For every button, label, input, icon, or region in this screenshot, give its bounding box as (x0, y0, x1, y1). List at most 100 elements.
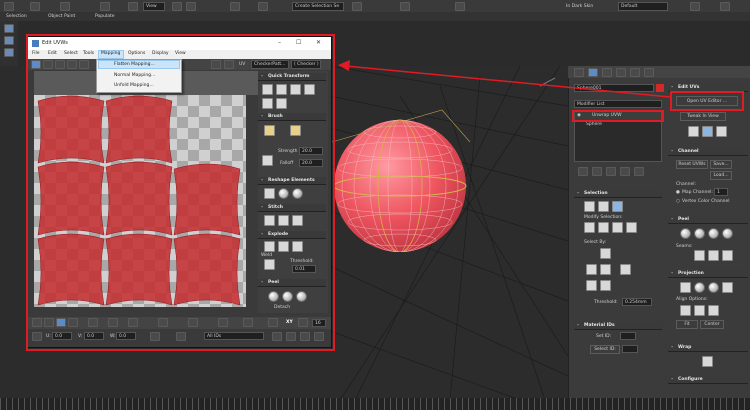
selection-header[interactable]: Selection (574, 190, 662, 198)
tab-selection[interactable]: Selection (6, 14, 27, 19)
left-strip-btn-3[interactable] (4, 48, 14, 57)
toolbar-btn-2[interactable] (30, 2, 40, 11)
peel-cmd-icon-4[interactable] (722, 228, 733, 239)
left-strip-btn-2[interactable] (4, 36, 14, 45)
toolbar-btn-7[interactable] (186, 2, 196, 11)
edge-select-icon[interactable] (598, 201, 609, 212)
load-button[interactable]: Load... (710, 171, 732, 180)
align-z-icon[interactable] (708, 305, 719, 316)
configure-header[interactable]: Configure (668, 376, 748, 384)
select-by-icon-2[interactable] (586, 264, 597, 275)
map-channel-label: Map Channel: (682, 190, 713, 195)
peel-cmd-icon-1[interactable] (680, 228, 691, 239)
channel-header[interactable]: Channel (668, 148, 748, 156)
modifier-list-dropdown[interactable]: Modifier List (574, 100, 662, 108)
edit-uvs-icon-2[interactable] (702, 126, 713, 137)
map-channel-field[interactable]: 1 (714, 188, 728, 196)
vertex-color-radio[interactable]: ○ (676, 199, 680, 204)
seams-icon-1[interactable] (694, 250, 705, 261)
select-by-icon-6[interactable] (600, 280, 611, 291)
workspace-label[interactable]: In Dark Skin (566, 4, 593, 9)
create-selection-set[interactable]: Create Selection Se (292, 2, 344, 11)
material-ids-header[interactable]: Material IDs (574, 322, 662, 330)
toolbar-btn-10[interactable] (352, 2, 362, 11)
tweak-in-view-button[interactable]: Tweak In View (680, 112, 726, 121)
toolbar-btn-4[interactable] (100, 2, 110, 11)
selection-threshold-field[interactable]: 0.254mm (622, 298, 652, 306)
select-id-button[interactable]: Select ID: (590, 345, 620, 354)
grow-icon[interactable] (584, 222, 595, 233)
display-tab-icon[interactable] (630, 68, 640, 77)
edit-uvs-icon-3[interactable] (716, 126, 727, 137)
hierarchy-tab-icon[interactable] (602, 68, 612, 77)
toolbar-btn-13[interactable] (690, 2, 700, 11)
modify-tab-icon[interactable] (588, 68, 598, 77)
tab-populate[interactable]: Populate (95, 14, 115, 19)
object-color-swatch[interactable] (656, 84, 664, 92)
align-options-label: Align Options: (676, 297, 708, 302)
show-end-result-icon[interactable] (592, 167, 602, 176)
motion-tab-icon[interactable] (616, 68, 626, 77)
vertex-select-icon[interactable] (584, 201, 595, 212)
set-id-field[interactable] (620, 332, 636, 340)
save-button[interactable]: Save... (710, 160, 732, 169)
modifier-sphere-label[interactable]: Sphere (586, 122, 602, 127)
toolbar-btn-5[interactable] (128, 2, 138, 11)
peel-header[interactable]: Peel (668, 216, 748, 224)
toolbar-btn-12[interactable] (455, 2, 465, 11)
reset-uvws-button[interactable]: Reset UVWs (676, 160, 708, 169)
workspace-dropdown[interactable]: Default (618, 2, 668, 11)
spherical-map-icon[interactable] (708, 282, 719, 293)
remove-modifier-icon[interactable] (620, 167, 630, 176)
channel-label: Channel: (676, 182, 696, 187)
align-y-icon[interactable] (694, 305, 705, 316)
loop-icon[interactable] (612, 222, 623, 233)
wrap-icon[interactable] (702, 356, 713, 367)
sphere-object[interactable] (322, 102, 472, 252)
toolbar-btn-14[interactable] (720, 2, 730, 11)
make-unique-icon[interactable] (606, 167, 616, 176)
object-name-field[interactable]: Sphere001 (574, 84, 654, 92)
toolbar-btn-6[interactable] (172, 2, 182, 11)
seams-icon-3[interactable] (722, 250, 733, 261)
wrap-header[interactable]: Wrap (668, 344, 748, 352)
projection-header[interactable]: Projection (668, 270, 748, 278)
selection-threshold-label: Threshold: (594, 300, 618, 305)
tab-object-paint[interactable]: Object Paint (48, 14, 75, 19)
center-button[interactable]: Center (700, 320, 724, 329)
seams-label: Seams: (676, 244, 693, 249)
select-by-label: Select By: (584, 240, 607, 245)
create-tab-icon[interactable] (574, 68, 584, 77)
shrink-icon[interactable] (598, 222, 609, 233)
timeline[interactable] (0, 398, 750, 410)
utilities-tab-icon[interactable] (644, 68, 654, 77)
select-by-icon-1[interactable] (600, 248, 611, 259)
align-x-icon[interactable] (680, 305, 691, 316)
poly-select-icon[interactable] (612, 201, 623, 212)
select-by-icon-4[interactable] (620, 264, 631, 275)
toolbar-btn-8[interactable] (230, 2, 240, 11)
toolbar-btn-3[interactable] (60, 2, 70, 11)
ring-icon[interactable] (626, 222, 637, 233)
map-channel-radio[interactable]: ● (676, 190, 680, 195)
peel-cmd-icon-2[interactable] (694, 228, 705, 239)
set-id-label: Set ID: (596, 334, 612, 339)
configure-sets-icon[interactable] (634, 167, 644, 176)
toolbar-btn-1[interactable] (4, 2, 14, 11)
view-dropdown[interactable]: View (143, 2, 165, 11)
toolbar-btn-11[interactable] (400, 2, 410, 11)
seams-icon-2[interactable] (708, 250, 719, 261)
vertex-color-label: Vertex Color Channel (682, 199, 730, 204)
left-strip-btn-1[interactable] (4, 24, 14, 33)
peel-cmd-icon-3[interactable] (708, 228, 719, 239)
pin-stack-icon[interactable] (578, 167, 588, 176)
cylindrical-map-icon[interactable] (694, 282, 705, 293)
edit-uvs-icon-1[interactable] (688, 126, 699, 137)
box-map-icon[interactable] (722, 282, 733, 293)
fit-button[interactable]: Fit (676, 320, 698, 329)
select-id-field[interactable] (622, 345, 638, 353)
select-by-icon-3[interactable] (600, 264, 611, 275)
planar-map-icon[interactable] (680, 282, 691, 293)
toolbar-btn-9[interactable] (258, 2, 268, 11)
select-by-icon-5[interactable] (586, 280, 597, 291)
